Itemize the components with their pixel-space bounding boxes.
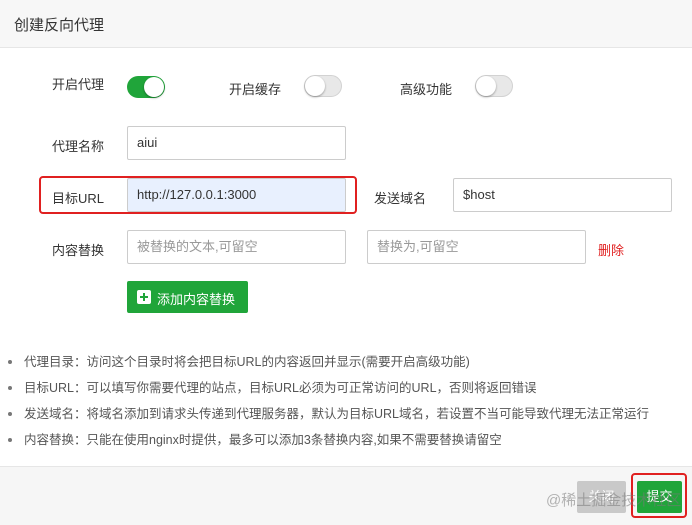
advanced-label: 高级功能 [400,82,453,97]
bullet-icon [8,360,12,364]
toggle-knob [476,76,496,96]
enable-cache-toggle[interactable] [304,75,342,97]
bullet-icon [8,438,12,442]
delete-replace-link[interactable]: 删除 [598,240,624,259]
enable-proxy-toggle[interactable] [127,76,165,98]
enable-proxy-label: 开启代理 [52,77,105,92]
close-button[interactable]: 关闭 [577,481,626,513]
enable-cache-label: 开启缓存 [229,82,282,97]
replace-with-input[interactable]: 替换为,可留空 [367,230,586,264]
tip-text: 代理目录：访问这个目录时将会把目标URL的内容返回并显示(需要开启高级功能) [24,355,470,369]
proxy-name-label: 代理名称 [52,139,105,154]
tips-list: 代理目录：访问这个目录时将会把目标URL的内容返回并显示(需要开启高级功能) 目… [8,354,692,458]
content-replace-label: 内容替换 [52,243,105,258]
proxy-name-input[interactable]: aiui [127,126,346,160]
tip-item: 代理目录：访问这个目录时将会把目标URL的内容返回并显示(需要开启高级功能) [8,354,692,380]
reverse-proxy-dialog: 创建反向代理 开启代理 开启缓存 高级功能 代理名称 aiui 目标URL ht… [0,0,692,525]
add-content-replace-button[interactable]: 添加内容替换 [127,281,248,313]
dialog-header: 创建反向代理 [0,0,692,48]
tip-text: 发送域名：将域名添加到请求头传递到代理服务器，默认为目标URL域名，若设置不当可… [24,407,650,421]
plus-icon [137,290,151,304]
submit-highlight-box [631,473,687,518]
tip-item: 发送域名：将域名添加到请求头传递到代理服务器，默认为目标URL域名，若设置不当可… [8,406,692,432]
send-domain-input[interactable]: $host [453,178,672,212]
send-domain-label: 发送域名 [374,191,427,206]
advanced-toggle[interactable] [475,75,513,97]
toggle-knob [144,77,164,97]
tip-item: 目标URL：可以填写你需要代理的站点，目标URL必须为可正常访问的URL，否则将… [8,380,692,406]
add-content-replace-label: 添加内容替换 [157,292,236,307]
replaced-text-input[interactable]: 被替换的文本,可留空 [127,230,346,264]
tip-text: 目标URL：可以填写你需要代理的站点，目标URL必须为可正常访问的URL，否则将… [24,381,537,395]
bullet-icon [8,386,12,390]
dialog-title: 创建反向代理 [14,17,105,34]
target-url-highlight-box [39,176,357,214]
toggle-knob [305,76,325,96]
tip-text: 内容替换：只能在使用nginx时提供，最多可以添加3条替换内容,如果不需要替换请… [24,433,502,447]
tip-item: 内容替换：只能在使用nginx时提供，最多可以添加3条替换内容,如果不需要替换请… [8,432,692,458]
bullet-icon [8,412,12,416]
